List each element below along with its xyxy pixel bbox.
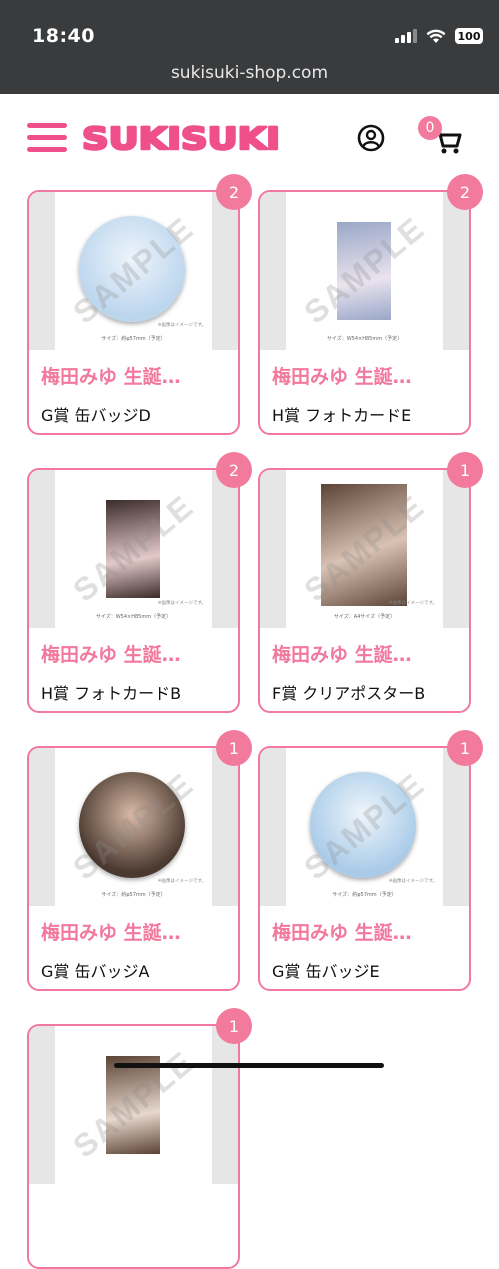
battery-icon: 100 (455, 28, 483, 44)
image-note: ※画像はイメージです。 (388, 879, 437, 884)
can-badge-image (310, 772, 416, 878)
site-header: SUKISUKI 0 (0, 94, 499, 180)
clock: 18:40 (32, 25, 95, 47)
product-image-frame: ※画像はイメージです。 サイズ：約φ57mm（予定） SAMPLE (286, 748, 443, 906)
product-grid: ※画像はイメージです。 サイズ：約φ57mm（予定） SAMPLE 2 梅田みゆ 生誕…… (27, 174, 483, 1269)
product-image-frame: ※画像はイメージです。 サイズ：約φ57mm（予定） SAMPLE (55, 748, 212, 906)
product-thumbnail[interactable]: ※画像はイメージです。 サイズ：約φ57mm（予定） SAMPLE (260, 748, 469, 906)
size-caption: サイズ：W54×H85mm（予定） (326, 336, 403, 342)
product-card[interactable]: サイズ：W54×H85mm（予定） SAMPLE 2 梅田みゆ 生誕… H賞 フォトカー… (258, 174, 483, 435)
size-caption: サイズ：約φ57mm（予定） (101, 892, 166, 898)
quantity-badge: 1 (216, 730, 252, 766)
product-subtitle: F賞 クリアポスターB (272, 684, 426, 703)
system-icons: 100 (395, 26, 483, 46)
product-image-frame: SAMPLE (55, 1026, 212, 1184)
clear-poster-image (321, 484, 407, 606)
product-card[interactable]: ※画像はイメージです。 サイズ：約φ57mm（予定） SAMPLE 1 梅田みゆ 生誕…… (27, 730, 252, 991)
image-note: ※画像はイメージです。 (388, 601, 437, 606)
can-badge-image (79, 772, 185, 878)
image-note: ※画像はイメージです。 (157, 879, 206, 884)
product-card[interactable]: ※画像はイメージです。 サイズ：約φ57mm（予定） SAMPLE 2 梅田みゆ 生誕…… (27, 174, 252, 435)
photo-card-image (337, 222, 391, 320)
product-thumbnail[interactable]: ※画像はイメージです。 サイズ：約φ57mm（予定） SAMPLE (29, 192, 238, 350)
cellular-signal-icon (395, 29, 417, 43)
address-bar-url[interactable]: sukisuki-shop.com (0, 63, 499, 83)
product-card[interactable]: ※画像はイメージです。 サイズ：A4サイズ（予定） SAMPLE 1 梅田みゆ 生誕… F… (258, 452, 483, 713)
product-card[interactable]: ※画像はイメージです。 サイズ：約φ57mm（予定） SAMPLE 1 梅田みゆ 生誕…… (258, 730, 483, 991)
quantity-badge: 1 (216, 1008, 252, 1044)
product-title[interactable]: 梅田みゆ 生誕… (272, 918, 458, 945)
quantity-badge: 2 (216, 452, 252, 488)
product-title[interactable]: 梅田みゆ 生誕… (41, 918, 227, 945)
size-caption: サイズ：A4サイズ（予定） (333, 614, 396, 620)
size-caption: サイズ：約φ57mm（予定） (332, 892, 397, 898)
product-thumbnail[interactable]: SAMPLE (29, 1026, 238, 1184)
product-subtitle: H賞 フォトカードE (272, 406, 412, 425)
image-note: ※画像はイメージです。 (157, 601, 206, 606)
can-badge-image (79, 216, 185, 322)
sukisuki-logo[interactable]: SUKISUKI (82, 118, 282, 158)
photo-card-image (106, 500, 160, 598)
product-title[interactable]: 梅田みゆ 生誕… (272, 362, 458, 389)
product-thumbnail[interactable]: ※画像はイメージです。 サイズ：約φ57mm（予定） SAMPLE (29, 748, 238, 906)
cart-button[interactable]: 0 (418, 116, 462, 156)
size-caption: サイズ：W54×H85mm（予定） (95, 614, 172, 620)
quantity-badge: 2 (216, 174, 252, 210)
product-subtitle: G賞 缶バッジD (41, 406, 151, 425)
product-image-frame: ※画像はイメージです。 サイズ：A4サイズ（予定） SAMPLE (286, 470, 443, 628)
quantity-badge: 1 (447, 452, 483, 488)
product-title[interactable]: 梅田みゆ 生誕… (272, 640, 458, 667)
product-image-frame: サイズ：W54×H85mm（予定） SAMPLE (286, 192, 443, 350)
product-thumbnail[interactable]: ※画像はイメージです。 サイズ：A4サイズ（予定） SAMPLE (260, 470, 469, 628)
product-title[interactable]: 梅田みゆ 生誕… (41, 362, 227, 389)
hamburger-menu-icon[interactable] (27, 123, 67, 153)
svg-text:SUKISUKI: SUKISUKI (82, 122, 280, 157)
cart-count-badge: 0 (418, 116, 442, 140)
product-thumbnail[interactable]: サイズ：W54×H85mm（予定） SAMPLE (260, 192, 469, 350)
quantity-badge: 1 (447, 730, 483, 766)
product-subtitle: G賞 缶バッジE (272, 962, 380, 981)
product-image-frame: ※画像はイメージです。 サイズ：W54×H85mm（予定） SAMPLE (55, 470, 212, 628)
user-account-icon[interactable] (357, 124, 385, 152)
product-card[interactable]: SAMPLE 1 (27, 1008, 252, 1269)
photo-card-image (106, 1056, 160, 1154)
product-subtitle: G賞 缶バッジA (41, 962, 150, 981)
browser-status-bar: 18:40 100 sukisuki-shop.com (0, 0, 499, 94)
product-thumbnail[interactable]: ※画像はイメージです。 サイズ：W54×H85mm（予定） SAMPLE (29, 470, 238, 628)
product-subtitle: H賞 フォトカードB (41, 684, 182, 703)
image-note: ※画像はイメージです。 (157, 323, 206, 328)
quantity-badge: 2 (447, 174, 483, 210)
product-title[interactable]: 梅田みゆ 生誕… (41, 640, 227, 667)
size-caption: サイズ：約φ57mm（予定） (101, 336, 166, 342)
product-card[interactable]: ※画像はイメージです。 サイズ：W54×H85mm（予定） SAMPLE 2 梅田みゆ … (27, 452, 252, 713)
home-indicator (114, 1063, 384, 1068)
wifi-icon (426, 29, 446, 43)
product-image-frame: ※画像はイメージです。 サイズ：約φ57mm（予定） SAMPLE (55, 192, 212, 350)
